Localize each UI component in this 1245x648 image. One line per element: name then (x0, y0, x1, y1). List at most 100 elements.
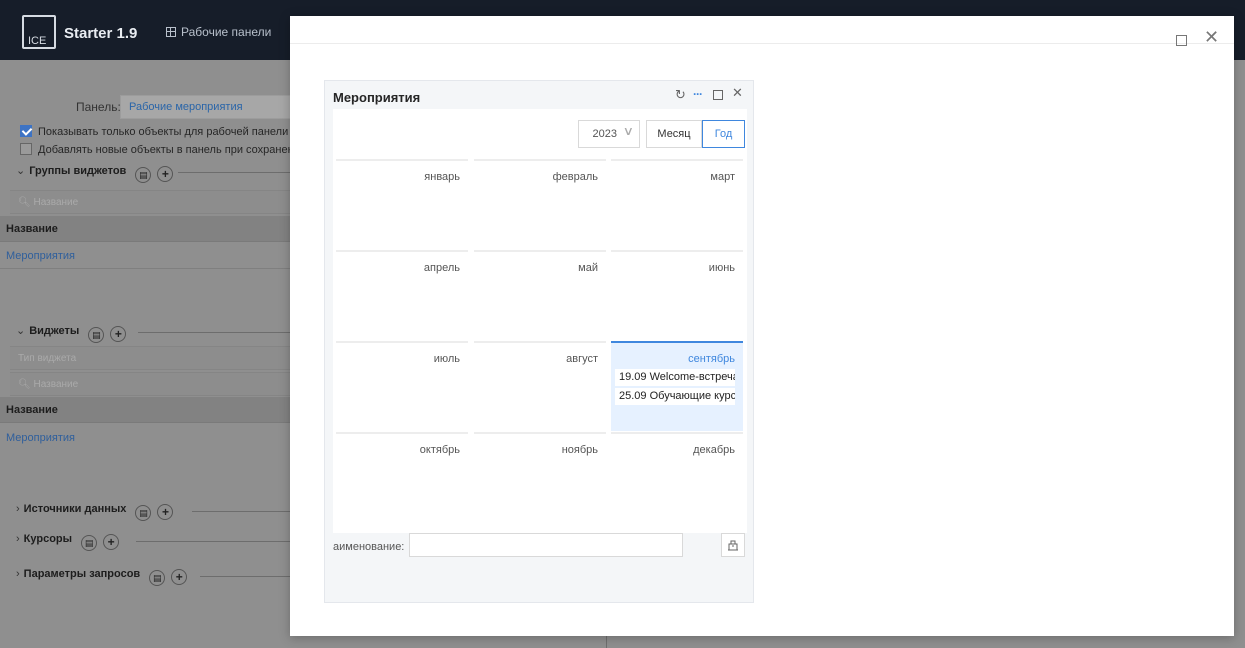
app-title: Starter 1.9 (64, 25, 138, 42)
chevron-down-icon: ∨ (622, 124, 635, 138)
divider (606, 636, 607, 648)
search-icon: 🔍︎ (18, 379, 31, 390)
month-cell[interactable]: февраль (474, 159, 606, 249)
section-data-sources[interactable]: › Источники данных ▤ + (16, 503, 174, 521)
widgets-column-header[interactable]: Название (0, 397, 290, 423)
search-icon: 🔍︎ (18, 197, 31, 208)
year-view-button[interactable]: Год (702, 120, 745, 148)
caret-icon[interactable]: › (16, 568, 20, 580)
widget-groups-column-header[interactable]: Название (0, 216, 290, 242)
checkbox-icon[interactable] (20, 125, 32, 137)
divider (0, 268, 290, 269)
list-icon[interactable]: ▤ (149, 570, 166, 586)
add-new-checkbox-row[interactable]: Добавлять новые объекты в панель при сох… (20, 143, 290, 156)
calendar-event[interactable]: 25.09 Обучающие курсы (615, 388, 735, 405)
data-sources-title: Источники данных (23, 503, 127, 515)
month-name: февраль (552, 171, 598, 183)
month-cell[interactable]: август (474, 341, 606, 431)
panel-selector-row: Панель: Рабочие мероприятия (0, 94, 290, 119)
month-cell[interactable]: январь (336, 159, 468, 249)
month-cell[interactable]: июль (336, 341, 468, 431)
plus-icon[interactable]: + (157, 166, 174, 182)
nav-dashboards-label: Рабочие панели (181, 25, 272, 39)
maximize-icon[interactable] (713, 90, 723, 100)
list-icon[interactable]: ▤ (81, 535, 98, 551)
caret-icon[interactable]: ⌄ (16, 165, 25, 177)
plus-icon[interactable]: + (171, 569, 188, 585)
month-cell[interactable]: май (474, 250, 606, 340)
close-icon[interactable]: ✕ (1204, 28, 1219, 46)
modal-header (290, 16, 1234, 44)
show-only-label: Показывать только объекты для рабочей па… (38, 126, 289, 138)
month-name: январь (424, 171, 460, 183)
search-placeholder: Название (33, 197, 79, 208)
section-cursors[interactable]: › Курсоры ▤ + (16, 533, 120, 551)
list-icon[interactable]: ▤ (135, 505, 152, 521)
plus-icon[interactable]: + (103, 534, 120, 550)
month-name: июнь (708, 262, 735, 274)
events-widget: Мероприятия ↻ ··· ✕ 2023 ∨ Месяц Год янв… (324, 80, 754, 603)
widget-type-select[interactable]: Тип виджета (10, 346, 290, 370)
divider (138, 332, 290, 333)
more-icon[interactable]: ··· (693, 87, 703, 101)
query-params-title: Параметры запросов (23, 568, 141, 580)
logo-text: ICE (28, 35, 47, 47)
caret-icon[interactable]: › (16, 533, 20, 545)
maximize-icon[interactable] (1176, 35, 1187, 46)
year-select[interactable]: 2023 ∨ (578, 120, 640, 148)
section-widgets[interactable]: ⌄ Виджеты ▤ + (16, 324, 127, 343)
panel-label: Панель: (76, 100, 121, 114)
divider (178, 172, 290, 173)
month-name: сентябрь (688, 353, 735, 365)
filter-icon (728, 540, 738, 551)
month-cell[interactable]: март (611, 159, 743, 249)
plus-icon[interactable]: + (110, 326, 127, 342)
caret-icon[interactable]: ⌄ (16, 325, 25, 337)
widget-item[interactable]: Мероприятия (6, 432, 75, 444)
widget-groups-search[interactable]: 🔍︎ Название (10, 190, 290, 214)
plus-icon[interactable]: + (157, 504, 174, 520)
month-view-button[interactable]: Месяц (646, 120, 702, 148)
calendar-event[interactable]: 19.09 Welcome-встреча (615, 369, 735, 386)
month-name: март (710, 171, 735, 183)
close-icon[interactable]: ✕ (732, 85, 743, 101)
month-cell[interactable]: ноябрь (474, 432, 606, 522)
add-new-label: Добавлять новые объекты в панель при сох… (38, 144, 290, 156)
widget-groups-title: Группы виджетов (29, 165, 127, 177)
month-cell[interactable]: июнь (611, 250, 743, 340)
caret-icon[interactable]: › (16, 503, 20, 515)
name-filter-label: аименование: (333, 541, 405, 553)
nav-dashboards[interactable]: Рабочие панели (166, 25, 271, 39)
month-name: август (566, 353, 598, 365)
year-value: 2023 (592, 128, 617, 140)
checkbox-icon[interactable] (20, 143, 32, 155)
list-icon[interactable]: ▤ (88, 327, 105, 343)
name-filter-input[interactable] (409, 533, 683, 557)
month-cell[interactable]: октябрь (336, 432, 468, 522)
show-only-checkbox-row[interactable]: Показывать только объекты для рабочей па… (20, 125, 288, 138)
filter-button[interactable] (721, 533, 745, 557)
month-cell[interactable]: декабрь (611, 432, 743, 522)
widgets-search[interactable]: 🔍︎ Название (10, 372, 290, 396)
divider (200, 576, 290, 577)
widget-title: Мероприятия (333, 90, 421, 105)
month-cell-active[interactable]: сентябрь 19.09 Welcome-встреча 25.09 Обу… (611, 341, 743, 431)
section-query-params[interactable]: › Параметры запросов ▤ + (16, 568, 188, 586)
refresh-icon[interactable]: ↻ (675, 87, 686, 103)
panel-select[interactable]: Рабочие мероприятия (120, 95, 290, 119)
widget-preview-modal: ✕ Мероприятия ↻ ··· ✕ 2023 ∨ Месяц Год я… (290, 16, 1234, 636)
list-icon[interactable]: ▤ (135, 167, 152, 183)
month-cell[interactable]: апрель (336, 250, 468, 340)
left-settings-panel: Панель: Рабочие мероприятия Показывать т… (0, 60, 290, 648)
month-name: июль (433, 353, 460, 365)
divider (136, 541, 290, 542)
divider (192, 511, 290, 512)
month-name: декабрь (693, 444, 735, 456)
section-widget-groups[interactable]: ⌄ Группы виджетов ▤ + (16, 164, 174, 183)
month-name: октябрь (419, 444, 460, 456)
grid-icon (166, 27, 176, 37)
month-name: май (578, 262, 598, 274)
widget-group-item[interactable]: Мероприятия (6, 250, 75, 262)
month-name: ноябрь (561, 444, 598, 456)
app-logo[interactable]: ICE (22, 15, 56, 49)
